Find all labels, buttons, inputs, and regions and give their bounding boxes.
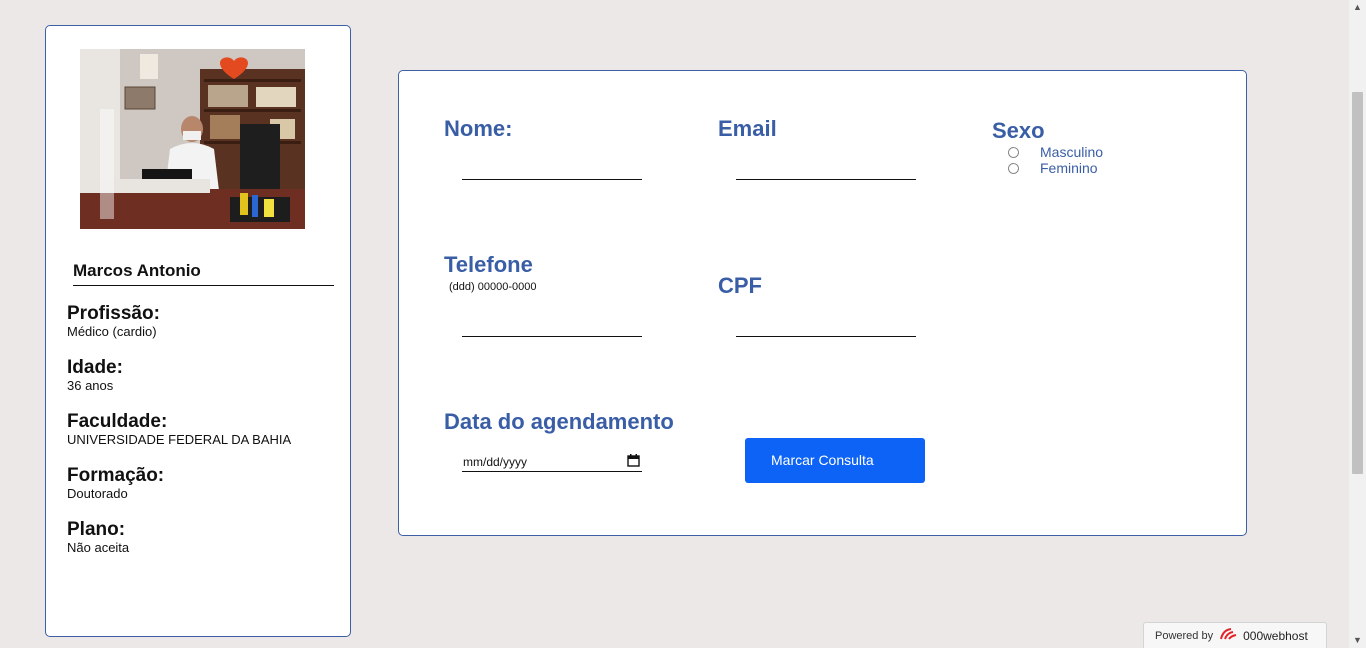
doctor-profile-card: Marcos Antonio Profissão: Médico (cardio… <box>45 25 351 637</box>
degree-info: Formação: Doutorado <box>67 465 164 502</box>
degree-value: Doutorado <box>67 486 128 501</box>
cpf-input[interactable] <box>736 314 916 337</box>
date-input[interactable]: mm/dd/yyyy <box>462 452 642 472</box>
doctor-photo <box>80 49 305 229</box>
powered-by-badge[interactable]: Powered by 000webhost <box>1143 622 1327 648</box>
sexo-label: Sexo <box>992 118 1045 143</box>
telefone-hint: (ddd) 00000-0000 <box>449 281 537 293</box>
scroll-down-arrow-icon[interactable]: ▼ <box>1353 636 1362 645</box>
powered-by-text: Powered by <box>1155 629 1214 642</box>
masculino-label: Masculino <box>1040 144 1104 160</box>
profession-value: Médico (cardio) <box>67 324 157 339</box>
nome-input[interactable] <box>462 157 642 180</box>
feminino-label: Feminino <box>1040 160 1098 176</box>
age-label: Idade: <box>67 357 123 378</box>
sexo-option-feminino[interactable]: Feminino <box>1008 160 1098 176</box>
calendar-icon[interactable] <box>627 454 640 470</box>
age-value: 36 anos <box>67 378 114 393</box>
masculino-radio[interactable] <box>1008 146 1019 158</box>
email-label: Email <box>718 116 777 141</box>
email-input[interactable] <box>736 157 916 180</box>
vertical-scrollbar[interactable]: ▲ ▼ <box>1349 0 1366 648</box>
telefone-label: Telefone <box>444 252 533 277</box>
sexo-option-masculino[interactable]: Masculino <box>1008 144 1103 160</box>
doctor-name: Marcos Antonio <box>73 261 334 286</box>
age-info: Idade: 36 anos <box>67 357 123 394</box>
marcar-consulta-button[interactable]: Marcar Consulta <box>745 438 925 483</box>
plan-label: Plano: <box>67 519 126 540</box>
feminino-radio[interactable] <box>1008 162 1019 174</box>
data-label: Data do agendamento <box>444 409 674 434</box>
university-label: Faculdade: <box>67 411 168 432</box>
scroll-up-arrow-icon[interactable]: ▲ <box>1353 3 1362 12</box>
webhost-logo-icon <box>1219 627 1239 644</box>
telefone-input[interactable] <box>462 314 642 337</box>
profession-label: Profissão: <box>67 303 160 324</box>
degree-label: Formação: <box>67 465 165 486</box>
date-placeholder: mm/dd/yyyy <box>463 455 528 469</box>
university-value: UNIVERSIDADE FEDERAL DA BAHIA <box>67 432 292 447</box>
plan-value: Não aceita <box>67 540 130 555</box>
university-info: Faculdade: UNIVERSIDADE FEDERAL DA BAHIA <box>67 411 291 448</box>
scrollbar-thumb[interactable] <box>1352 92 1363 474</box>
webhost-brand: 000webhost <box>1243 628 1308 643</box>
profession-info: Profissão: Médico (cardio) <box>67 303 160 340</box>
cpf-label: CPF <box>718 273 762 298</box>
appointment-form: Nome: Email Sexo Masculino Feminino Tele… <box>398 70 1247 536</box>
plan-info: Plano: Não aceita <box>67 519 129 556</box>
nome-label: Nome: <box>444 116 513 141</box>
